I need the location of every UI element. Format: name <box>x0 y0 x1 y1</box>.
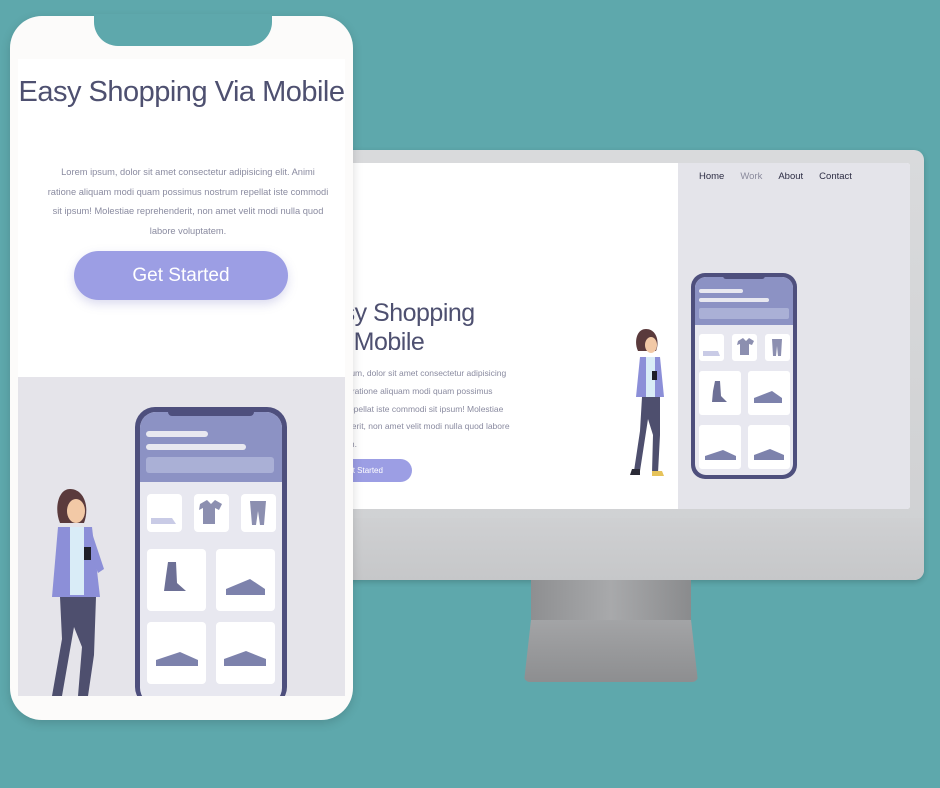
mobile-illustration-panel <box>18 377 345 696</box>
phone-illustration <box>135 407 287 696</box>
monitor-stand-neck <box>531 580 691 622</box>
nav-about-link[interactable]: About <box>778 171 803 182</box>
nav-home-link[interactable]: Home <box>699 171 724 182</box>
phone-notch <box>94 14 272 46</box>
shopping-illustration <box>691 273 797 479</box>
mobile-get-started-button[interactable]: Get Started <box>74 251 288 300</box>
mobile-shopping-illustration <box>52 407 287 696</box>
desktop-monitor-mockup: Home Work About Contact Easy Shopping Vi… <box>298 150 924 682</box>
woman-illustration <box>630 329 664 476</box>
desktop-hero-panel <box>678 163 910 509</box>
phone-illustration <box>691 273 797 479</box>
nav-contact-link[interactable]: Contact <box>819 171 852 182</box>
mobile-hero-title: Easy Shopping Via Mobile <box>18 76 345 108</box>
nav-work-link[interactable]: Work <box>740 171 762 182</box>
desktop-screen: Home Work About Contact Easy Shopping Vi… <box>310 163 910 509</box>
mobile-phone-mockup: Easy Shopping Via Mobile Lorem ipsum, do… <box>10 14 353 720</box>
sneaker-icon <box>151 518 176 524</box>
woman-figure <box>52 489 104 696</box>
monitor-stand-base <box>524 620 698 682</box>
mobile-hero-body: Lorem ipsum, dolor sit amet consectetur … <box>47 167 329 236</box>
desktop-nav: Home Work About Contact <box>699 171 852 182</box>
mobile-screen: Easy Shopping Via Mobile Lorem ipsum, do… <box>18 59 345 696</box>
monitor-chin <box>298 518 924 580</box>
